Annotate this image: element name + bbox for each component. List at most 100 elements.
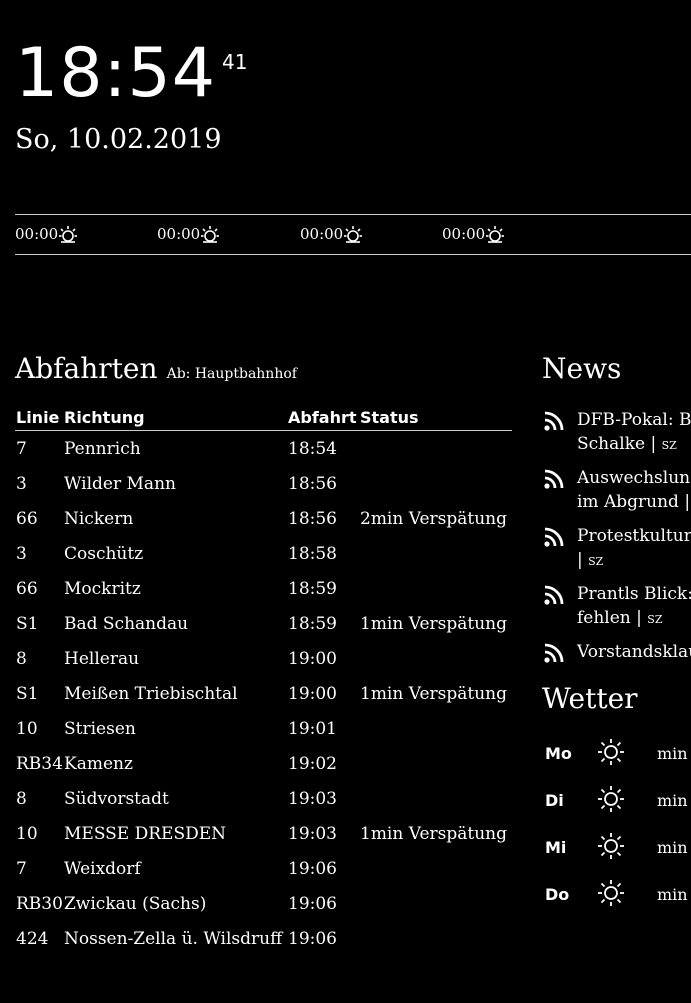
departures-table: Linie Richtung Abfahrt Status 7 Pennrich 1… — [15, 404, 512, 956]
news-item[interactable]: Vorstandsklaus — [542, 640, 691, 664]
cell-direction: Kamenz — [64, 753, 133, 774]
news-headline-text: fehlen | — [577, 608, 648, 628]
sun-icon — [598, 833, 624, 859]
news-headline-line: Auswechslung — [577, 468, 691, 488]
cell-time: 19:03 — [288, 823, 337, 844]
weather-row: Di min — [545, 785, 691, 815]
cell-direction: Mockritz — [64, 578, 141, 599]
departures-header-row: Linie Richtung Abfahrt Status — [15, 404, 512, 431]
departures-title: Abfahrten — [15, 352, 158, 385]
sun-time-item: 00:00 — [157, 225, 220, 243]
table-row: 66 Nickern 18:56 2min Verspätung — [15, 501, 512, 536]
rss-icon — [544, 585, 564, 605]
cell-time: 18:56 — [288, 508, 337, 529]
weather-min: min — [657, 744, 688, 763]
cell-status — [360, 711, 512, 746]
cell-status: 1min Verspätung — [360, 823, 507, 844]
cell-status — [360, 921, 512, 956]
table-row: 424 Nossen-Zella ü. Wilsdruff 19:06 — [15, 921, 512, 956]
departures-header: Abfahrten Ab: Hauptbahnhof — [15, 352, 297, 385]
table-row: 7 Weixdorf 19:06 — [15, 851, 512, 886]
clock-date: So, 10.02.2019 — [15, 124, 222, 155]
news-item[interactable]: Auswechslung im Abgrund | SZ — [542, 466, 691, 516]
cell-status: 2min Verspätung — [360, 508, 507, 529]
cell-line: 66 — [16, 508, 38, 529]
news-headline-line: Protestkultur: E — [577, 526, 691, 546]
column-header-departure: Abfahrt — [288, 404, 360, 431]
sun-time-item: 00:00 — [15, 225, 78, 243]
table-row: 8 Hellerau 19:00 — [15, 641, 512, 676]
cell-direction: Zwickau (Sachs) — [64, 893, 207, 914]
departures-subtitle: Ab: Hauptbahnhof — [166, 366, 297, 382]
sun-icon — [598, 786, 624, 812]
sun-rise-icon — [201, 226, 220, 243]
weather-day: Di — [545, 791, 564, 810]
cell-line: RB30 — [16, 893, 63, 914]
cell-time: 18:56 — [288, 473, 337, 494]
sun-time-value: 00:00 — [442, 225, 486, 243]
clock: 18:54 41 — [15, 36, 247, 112]
cell-status: 1min Verspätung — [360, 683, 507, 704]
cell-direction: Wilder Mann — [64, 473, 176, 494]
cell-time: 19:00 — [288, 683, 337, 704]
rss-icon — [544, 527, 564, 547]
cell-line: 424 — [16, 928, 49, 949]
cell-status — [360, 641, 512, 676]
table-row: RB30 Zwickau (Sachs) 19:06 — [15, 886, 512, 921]
weather-day: Do — [545, 885, 570, 904]
cell-status: 1min Verspätung — [360, 613, 507, 634]
cell-line: RB34 — [16, 753, 63, 774]
cell-line: 8 — [16, 788, 27, 809]
weather-title: Wetter — [542, 682, 638, 715]
cell-time: 19:01 — [288, 718, 337, 739]
column-header-direction: Richtung — [64, 404, 288, 431]
sun-time-value: 00:00 — [157, 225, 201, 243]
cell-time: 19:03 — [288, 788, 337, 809]
cell-direction: Weixdorf — [64, 858, 141, 879]
cell-time: 18:58 — [288, 543, 337, 564]
rss-icon — [544, 411, 564, 431]
sun-time-value: 00:00 — [15, 225, 59, 243]
weather-min: min — [657, 885, 688, 904]
weather-row: Do min — [545, 879, 691, 909]
cell-direction: Meißen Triebischtal — [64, 683, 238, 704]
cell-line: 10 — [16, 718, 38, 739]
cell-direction: Nossen-Zella ü. Wilsdruff — [64, 928, 283, 949]
cell-time: 18:59 — [288, 613, 337, 634]
news-item[interactable]: Prantls Blick: W fehlen | SZ — [542, 582, 691, 632]
news-headline-line: Schalke | SZ — [577, 432, 691, 458]
news-item[interactable]: DFB-Pokal: Bay Schalke | SZ — [542, 408, 691, 458]
cell-status — [360, 466, 512, 501]
weather-day: Mi — [545, 838, 567, 857]
table-row: 10 Striesen 19:01 — [15, 711, 512, 746]
sun-icon — [598, 880, 624, 906]
cell-status — [360, 536, 512, 571]
rss-icon — [544, 469, 564, 489]
column-header-line: Linie — [15, 404, 64, 431]
cell-status — [360, 746, 512, 781]
cell-direction: Hellerau — [64, 648, 140, 669]
table-row: 3 Wilder Mann 18:56 — [15, 466, 512, 501]
news-source: SZ — [647, 613, 663, 626]
cell-line: 66 — [16, 578, 38, 599]
cell-time: 18:54 — [288, 438, 337, 459]
news-item[interactable]: Protestkultur: E | SZ — [542, 524, 691, 574]
cell-direction: Coschütz — [64, 543, 144, 564]
cell-direction: Südvorstadt — [64, 788, 169, 809]
clock-time: 18:54 — [15, 34, 216, 113]
cell-line: 8 — [16, 648, 27, 669]
cell-time: 19:06 — [288, 858, 337, 879]
news-source: SZ — [588, 555, 604, 568]
news-source: SZ — [661, 439, 677, 452]
sun-rise-icon — [486, 226, 505, 243]
cell-line: S1 — [16, 683, 39, 704]
cell-line: 10 — [16, 823, 38, 844]
news-headline-text: | — [577, 550, 589, 570]
news-headline-text: im Abgrund | — [577, 492, 691, 512]
news-headline-line: DFB-Pokal: Bay — [577, 410, 691, 430]
cell-direction: MESSE DRESDEN — [64, 823, 227, 844]
cell-time: 19:06 — [288, 893, 337, 914]
sun-times-bar: 00:00 00:00 00:00 00:00 — [15, 214, 691, 255]
sun-rise-icon — [59, 226, 78, 243]
news-title: News — [542, 352, 622, 385]
